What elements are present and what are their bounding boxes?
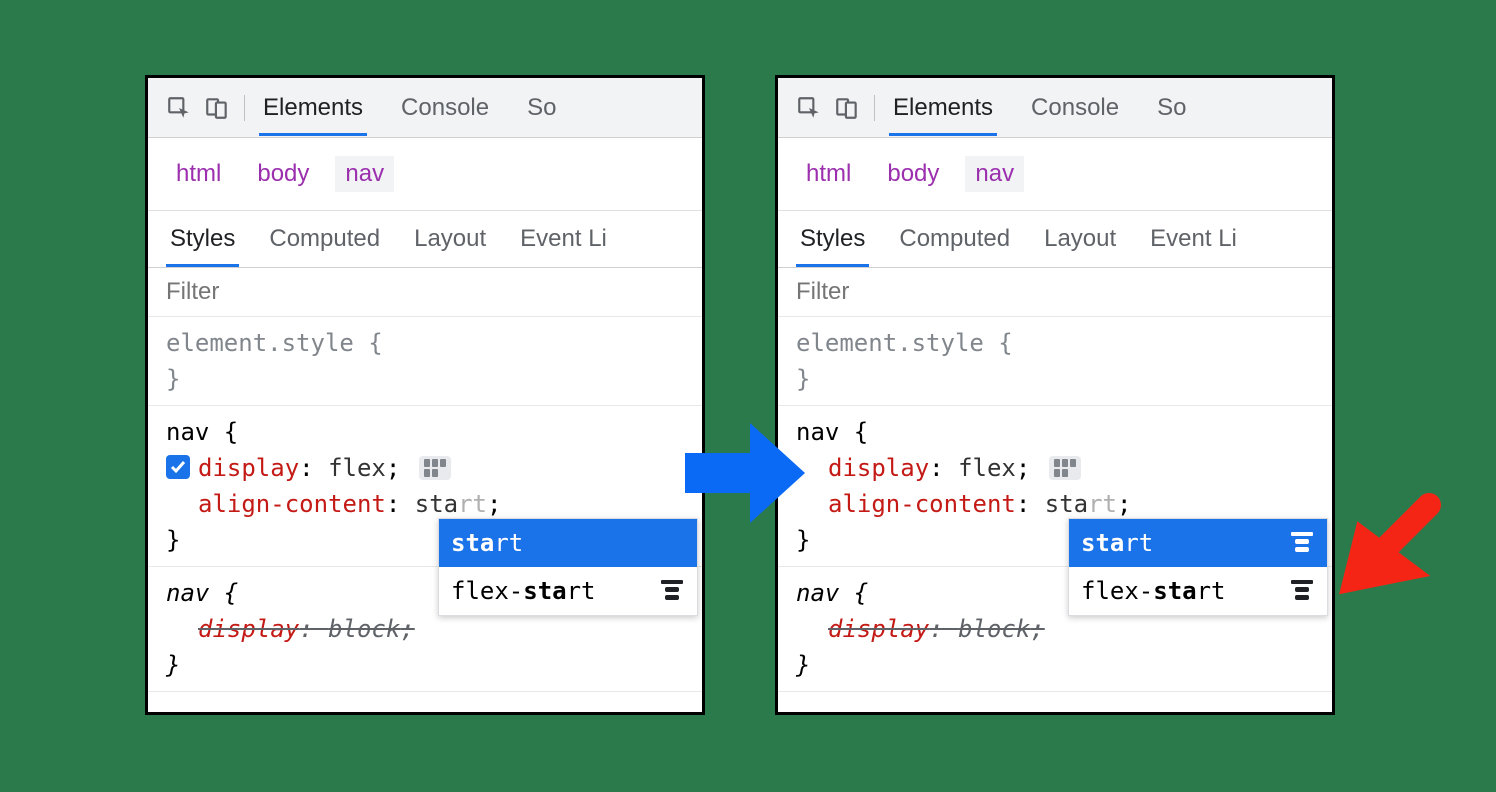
flexbox-editor-icon[interactable]: [419, 456, 451, 480]
arrow-right-icon: [680, 408, 810, 538]
element-style-block[interactable]: element.style { }: [148, 317, 702, 406]
prop-align-content: align-content: [198, 490, 386, 518]
devtools-toolbar: Elements Console So: [778, 78, 1332, 138]
breadcrumb: html body nav: [148, 138, 702, 211]
toolbar-icons: [166, 95, 245, 121]
inspect-icon[interactable]: [166, 95, 192, 121]
dropdown-item-flex-start[interactable]: flex-start: [1069, 567, 1327, 615]
nav-rule-block[interactable]: nav { display: flex; align-content: st: [148, 406, 702, 567]
device-icon[interactable]: [834, 95, 860, 121]
subtab-layout[interactable]: Layout: [410, 211, 490, 267]
tab-elements[interactable]: Elements: [259, 80, 367, 136]
element-style-selector: element.style {: [166, 325, 684, 361]
main-tabs: Elements Console So: [259, 80, 560, 136]
close-brace: }: [166, 647, 684, 683]
overridden-declaration[interactable]: display: block;: [796, 611, 1314, 647]
subtab-computed[interactable]: Computed: [895, 211, 1014, 267]
nav-selector: nav {: [166, 414, 684, 450]
subtab-computed[interactable]: Computed: [265, 211, 384, 267]
tab-console[interactable]: Console: [397, 80, 493, 136]
display-declaration[interactable]: display: flex;: [796, 450, 1314, 486]
val-flex: flex: [958, 454, 1016, 482]
inspect-icon[interactable]: [796, 95, 822, 121]
tab-console[interactable]: Console: [1027, 80, 1123, 136]
device-icon[interactable]: [204, 95, 230, 121]
align-start-icon: [1289, 578, 1315, 604]
val-align-typed[interactable]: start: [415, 490, 487, 518]
close-brace: }: [796, 647, 1314, 683]
breadcrumb: html body nav: [778, 138, 1332, 211]
close-brace: }: [166, 361, 684, 397]
dropdown-item-start[interactable]: start: [439, 519, 697, 567]
overridden-declaration[interactable]: display: block;: [166, 611, 684, 647]
dropdown-item-start[interactable]: start: [1069, 519, 1327, 567]
nav-rule-block[interactable]: nav { display: flex; align-content: star…: [778, 406, 1332, 567]
crumb-nav[interactable]: nav: [335, 156, 394, 192]
tab-sources-cut[interactable]: So: [523, 80, 560, 136]
tab-sources-cut[interactable]: So: [1153, 80, 1190, 136]
filter-input[interactable]: [796, 278, 1314, 306]
devtools-toolbar: Elements Console So: [148, 78, 702, 138]
toolbar-icons: [796, 95, 875, 121]
prop-align-content: align-content: [828, 490, 1016, 518]
crumb-body[interactable]: body: [247, 156, 319, 192]
filter-row: [148, 268, 702, 317]
align-start-icon: [1289, 530, 1315, 556]
crumb-nav[interactable]: nav: [965, 156, 1024, 192]
prop-display: display: [828, 454, 929, 482]
checkbox-checked-icon[interactable]: [166, 455, 190, 479]
align-start-icon: [659, 578, 685, 604]
autocomplete-dropdown[interactable]: start flex-start: [438, 518, 698, 616]
tab-elements[interactable]: Elements: [889, 80, 997, 136]
subtab-styles[interactable]: Styles: [166, 211, 239, 267]
close-brace: }: [796, 361, 1314, 397]
styles-subtabs: Styles Computed Layout Event Li: [148, 211, 702, 268]
main-tabs: Elements Console So: [889, 80, 1190, 136]
nav-selector: nav {: [796, 414, 1314, 450]
element-style-block[interactable]: element.style { }: [778, 317, 1332, 406]
subtab-styles[interactable]: Styles: [796, 211, 869, 267]
crumb-html[interactable]: html: [166, 156, 231, 192]
align-content-declaration[interactable]: align-content: start;: [166, 486, 684, 522]
val-align-typed[interactable]: start: [1045, 490, 1117, 518]
autocomplete-dropdown[interactable]: start flex-start: [1068, 518, 1328, 616]
dropdown-item-flex-start[interactable]: flex-start: [439, 567, 697, 615]
devtools-panel-after: Elements Console So html body nav Styles…: [775, 75, 1335, 715]
styles-body: element.style { } nav { display: flex;: [148, 317, 702, 692]
display-declaration[interactable]: display: flex;: [166, 450, 684, 486]
styles-body: element.style { } nav { display: flex;: [778, 317, 1332, 692]
prop-display: display: [198, 454, 299, 482]
styles-subtabs: Styles Computed Layout Event Li: [778, 211, 1332, 268]
highlight-arrow-icon: [1334, 490, 1444, 600]
crumb-html[interactable]: html: [796, 156, 861, 192]
filter-input[interactable]: [166, 278, 684, 306]
subtab-event[interactable]: Event Li: [516, 211, 611, 267]
align-content-declaration[interactable]: align-content: start;: [796, 486, 1314, 522]
val-flex: flex: [328, 454, 386, 482]
filter-row: [778, 268, 1332, 317]
subtab-layout[interactable]: Layout: [1040, 211, 1120, 267]
element-style-selector: element.style {: [796, 325, 1314, 361]
subtab-event[interactable]: Event Li: [1146, 211, 1241, 267]
flexbox-editor-icon[interactable]: [1049, 456, 1081, 480]
devtools-panel-before: Elements Console So html body nav Styles…: [145, 75, 705, 715]
crumb-body[interactable]: body: [877, 156, 949, 192]
